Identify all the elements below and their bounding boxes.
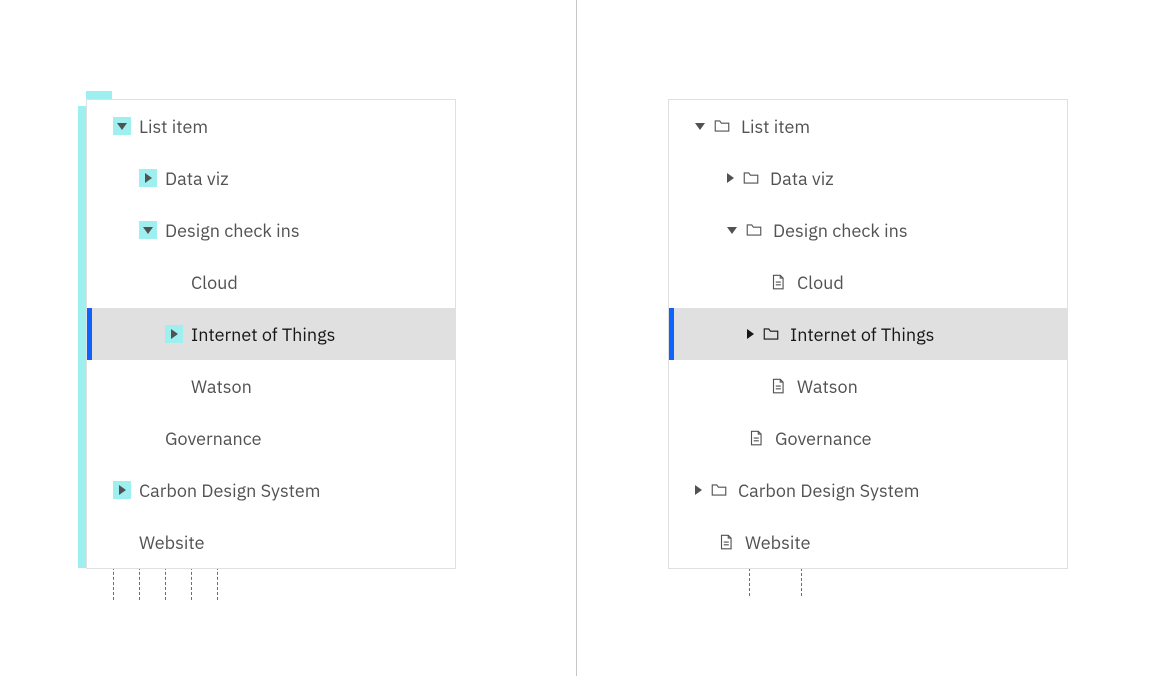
folder-icon [713, 117, 731, 135]
tree-item-label: Data viz [770, 167, 834, 190]
tree-item-label: Governance [165, 427, 262, 450]
tree-item-list-item[interactable]: List item [87, 100, 455, 152]
tree-item-label: Carbon Design System [738, 479, 919, 502]
caret-right-icon [139, 169, 157, 187]
tree-item-list-item[interactable]: List item [669, 100, 1067, 152]
tree-item-website[interactable]: Website [669, 516, 1067, 568]
tree-item-label: Design check ins [773, 219, 908, 242]
caret-down-icon [113, 117, 131, 135]
tree-item-label: Watson [797, 375, 858, 398]
tree-item-label: List item [139, 115, 208, 138]
tree-item-governance[interactable]: Governance [87, 412, 455, 464]
tree-view-basic: List item Data viz Design check ins Clou… [86, 99, 456, 569]
tree-item-cloud[interactable]: Cloud [87, 256, 455, 308]
tree-item-cloud[interactable]: Cloud [669, 256, 1067, 308]
tree-item-watson[interactable]: Watson [669, 360, 1067, 412]
tree-item-carbon[interactable]: Carbon Design System [87, 464, 455, 516]
caret-right-icon [727, 173, 734, 183]
caret-right-icon [747, 329, 754, 339]
document-icon [717, 533, 735, 551]
folder-icon [710, 481, 728, 499]
document-icon [769, 273, 787, 291]
caret-down-icon [727, 227, 737, 234]
tree-item-iot[interactable]: Internet of Things [87, 308, 455, 360]
tree-item-label: Watson [191, 375, 252, 398]
tree-item-website[interactable]: Website [87, 516, 455, 568]
tree-item-label: Data viz [165, 167, 229, 190]
tree-item-label: List item [741, 115, 810, 138]
tree-item-label: Internet of Things [790, 323, 934, 346]
tree-item-iot[interactable]: Internet of Things [669, 308, 1067, 360]
document-icon [747, 429, 765, 447]
caret-down-icon [139, 221, 157, 239]
tree-item-governance[interactable]: Governance [669, 412, 1067, 464]
tree-item-data-viz[interactable]: Data viz [669, 152, 1067, 204]
caret-right-icon [113, 481, 131, 499]
caret-right-icon [165, 325, 183, 343]
folder-icon [742, 169, 760, 187]
tree-item-label: Cloud [191, 271, 238, 294]
tree-item-label: Governance [775, 427, 872, 450]
tree-item-label: Carbon Design System [139, 479, 320, 502]
tree-item-label: Design check ins [165, 219, 300, 242]
tree-item-label: Cloud [797, 271, 844, 294]
document-icon [769, 377, 787, 395]
caret-right-icon [695, 485, 702, 495]
tree-item-watson[interactable]: Watson [87, 360, 455, 412]
center-divider [576, 0, 577, 676]
tree-item-label: Internet of Things [191, 323, 335, 346]
tree-item-data-viz[interactable]: Data viz [87, 152, 455, 204]
tree-item-design-check-ins[interactable]: Design check ins [87, 204, 455, 256]
caret-down-icon [695, 123, 705, 130]
tree-view-with-icons: List item Data viz Design check ins Clou… [668, 99, 1068, 569]
tree-item-design-check-ins[interactable]: Design check ins [669, 204, 1067, 256]
tree-item-label: Website [745, 531, 810, 554]
folder-icon [745, 221, 763, 239]
tree-item-label: Website [139, 531, 204, 554]
folder-icon [762, 325, 780, 343]
tree-item-carbon[interactable]: Carbon Design System [669, 464, 1067, 516]
